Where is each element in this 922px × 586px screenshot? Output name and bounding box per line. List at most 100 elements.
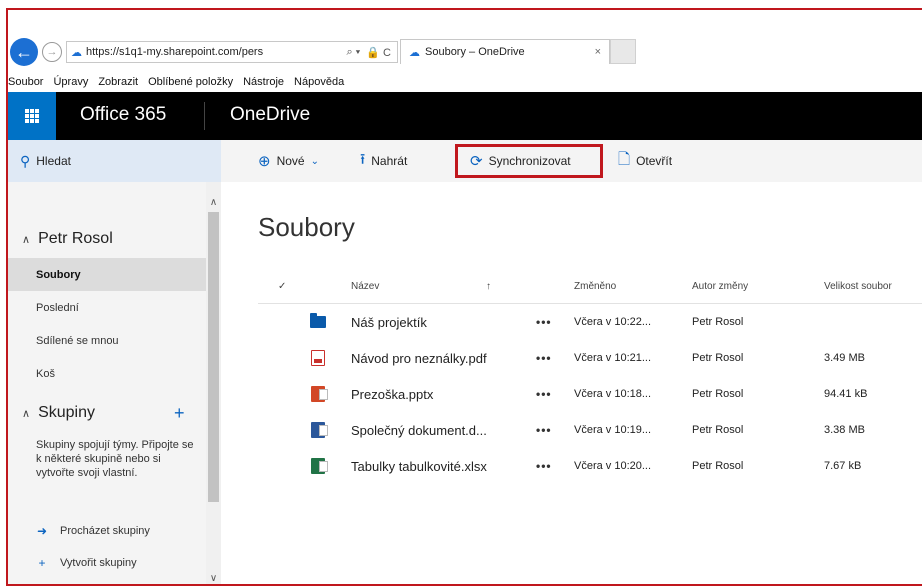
address-bar[interactable]: ☁ https://s1q1-my.sharepoint.com/pers ⌕ … bbox=[66, 41, 398, 63]
select-all-checkbox[interactable]: ✓ bbox=[278, 268, 286, 304]
onedrive-cloud-icon: ☁ bbox=[71, 46, 82, 59]
column-modified[interactable]: Změněno bbox=[574, 268, 616, 304]
chevron-up-icon: ∧ bbox=[22, 233, 31, 246]
file-name[interactable]: Prezoška.pptx bbox=[351, 376, 433, 412]
file-size: 94.41 kB bbox=[824, 388, 868, 400]
add-group-icon[interactable]: + bbox=[174, 404, 185, 422]
sidebar-item-sdilene[interactable]: Sdílené se mnou bbox=[8, 324, 206, 357]
file-author: Petr Rosol bbox=[692, 460, 744, 472]
new-tab-button[interactable] bbox=[610, 39, 636, 64]
scroll-up-icon[interactable]: ∧ bbox=[206, 194, 221, 212]
file-author: Petr Rosol bbox=[692, 388, 744, 400]
search-icon: ⚲ bbox=[20, 152, 31, 169]
table-row[interactable]: Tabulky tabulkovité.xlsx ••• Včera v 10:… bbox=[258, 448, 922, 484]
file-name[interactable]: Tabulky tabulkovité.xlsx bbox=[351, 448, 487, 484]
column-author[interactable]: Autor změny bbox=[692, 268, 748, 304]
browse-groups-link[interactable]: ➜ Procházet skupiny bbox=[36, 524, 150, 538]
sync-label: Synchronizovat bbox=[488, 154, 571, 168]
menu-zobrazit[interactable]: Zobrazit bbox=[98, 76, 138, 88]
search-box[interactable]: ⚲ Hledat bbox=[8, 140, 221, 182]
arrow-right-icon: ➜ bbox=[36, 524, 48, 538]
upload-button[interactable]: ⭱ Nahrát bbox=[360, 140, 407, 182]
sort-arrow-icon[interactable]: ↑ bbox=[486, 268, 491, 304]
sidebar-item-label: Koš bbox=[36, 367, 55, 380]
chevron-down-icon: ⌄ bbox=[310, 155, 319, 167]
sidebar-item-soubory[interactable]: Soubory bbox=[8, 258, 206, 291]
file-modified: Včera v 10:21... bbox=[574, 352, 652, 364]
chevron-up-icon: ∧ bbox=[22, 407, 31, 420]
address-controls: ⌕ ▾ 🔒 C bbox=[346, 46, 397, 59]
search-dropdown-icon[interactable]: ⌕ ▾ bbox=[346, 46, 360, 59]
office365-brand[interactable]: Office 365 bbox=[80, 104, 166, 126]
column-name[interactable]: Název bbox=[351, 268, 379, 304]
file-name[interactable]: Společný dokument.d... bbox=[351, 412, 487, 448]
search-label: Hledat bbox=[36, 154, 71, 168]
forward-button[interactable]: → bbox=[42, 42, 62, 62]
plus-circle-icon: ⊕ bbox=[258, 153, 271, 170]
sidebar-item-label: Poslední bbox=[36, 301, 79, 314]
scroll-down-icon[interactable]: ∨ bbox=[206, 570, 221, 584]
new-label: Nové bbox=[276, 154, 305, 168]
more-options-icon[interactable]: ••• bbox=[536, 376, 552, 412]
table-row[interactable]: Prezoška.pptx ••• Včera v 10:18... Petr … bbox=[258, 376, 922, 412]
more-options-icon[interactable]: ••• bbox=[536, 340, 552, 376]
table-row[interactable]: Společný dokument.d... ••• Včera v 10:19… bbox=[258, 412, 922, 448]
more-options-icon[interactable]: ••• bbox=[536, 304, 552, 340]
sidebar-item-label: Sdílené se mnou bbox=[36, 334, 119, 347]
menu-nastroje[interactable]: Nástroje bbox=[243, 76, 284, 88]
sidebar-item-kos[interactable]: Koš bbox=[8, 357, 206, 390]
file-name[interactable]: Návod pro neználky.pdf bbox=[351, 340, 487, 376]
more-options-icon[interactable]: ••• bbox=[536, 412, 552, 448]
file-size: 7.67 kB bbox=[824, 460, 862, 472]
new-button[interactable]: ⊕ Nové ⌄ bbox=[258, 140, 319, 182]
plus-icon: + bbox=[38, 556, 46, 570]
table-row[interactable]: Náš projektík ••• Včera v 10:22... Petr … bbox=[258, 304, 922, 340]
groups-section-header[interactable]: ∧ Skupiny bbox=[22, 404, 95, 422]
create-group-label: Vytvořit skupiny bbox=[60, 557, 137, 569]
menu-oblibene[interactable]: Oblíbené položky bbox=[148, 76, 233, 88]
table-row[interactable]: Návod pro neználky.pdf ••• Včera v 10:21… bbox=[258, 340, 922, 376]
scroll-thumb[interactable] bbox=[208, 212, 219, 502]
file-author: Petr Rosol bbox=[692, 352, 744, 364]
file-modified: Včera v 10:20... bbox=[574, 460, 652, 472]
app-title[interactable]: OneDrive bbox=[230, 104, 310, 126]
sidebar-item-posledni[interactable]: Poslední bbox=[8, 291, 206, 324]
menu-soubor[interactable]: Soubor bbox=[8, 76, 43, 88]
tab-close-icon[interactable]: × bbox=[595, 46, 601, 58]
sidebar-scrollbar[interactable]: ∧ ∨ bbox=[206, 182, 221, 584]
browser-tab[interactable]: ☁ Soubory – OneDrive × bbox=[400, 39, 610, 64]
suite-bar: Office 365 OneDrive bbox=[8, 92, 922, 140]
sync-button[interactable]: ⟳ Synchronizovat bbox=[455, 144, 603, 178]
browser-toolbar: ← → ☁ https://s1q1-my.sharepoint.com/per… bbox=[8, 10, 922, 72]
browser-menubar: Soubor Úpravy Zobrazit Oblíbené položky … bbox=[8, 72, 922, 92]
powerpoint-file-icon bbox=[311, 386, 328, 402]
user-section-header[interactable]: ∧ Petr Rosol bbox=[22, 230, 113, 248]
file-list: ✓ Název ↑ Změněno Autor změny Velikost s… bbox=[258, 268, 922, 484]
address-url: https://s1q1-my.sharepoint.com/pers bbox=[86, 46, 264, 58]
app-launcher-button[interactable] bbox=[8, 92, 56, 140]
sidebar-item-label: Soubory bbox=[36, 268, 81, 281]
column-size[interactable]: Velikost soubor bbox=[824, 268, 892, 304]
menu-napoveda[interactable]: Nápověda bbox=[294, 76, 344, 88]
command-bar: ⚲ Hledat ⊕ Nové ⌄ ⭱ Nahrát ⟳ Synchronizo… bbox=[8, 140, 922, 182]
open-label: Otevřít bbox=[636, 154, 673, 168]
file-size: 3.38 MB bbox=[824, 424, 865, 436]
open-button[interactable]: 🗋 Otevřít bbox=[618, 140, 672, 182]
left-navigation: ∧ Petr Rosol Soubory Poslední Sdílené se… bbox=[8, 182, 206, 584]
more-options-icon[interactable]: ••• bbox=[536, 448, 552, 484]
brand-divider bbox=[204, 102, 205, 130]
create-group-link[interactable]: + Vytvořit skupiny bbox=[36, 556, 137, 570]
sync-icon: ⟳ bbox=[470, 153, 483, 170]
file-modified: Včera v 10:19... bbox=[574, 424, 652, 436]
browse-groups-label: Procházet skupiny bbox=[60, 525, 150, 537]
file-name[interactable]: Náš projektík bbox=[351, 304, 427, 340]
upload-label: Nahrát bbox=[371, 154, 408, 168]
list-header: ✓ Název ↑ Změněno Autor změny Velikost s… bbox=[258, 268, 922, 304]
back-button[interactable]: ← bbox=[10, 38, 38, 66]
waffle-icon bbox=[25, 109, 39, 123]
file-author: Petr Rosol bbox=[692, 316, 744, 328]
menu-upravy[interactable]: Úpravy bbox=[53, 76, 88, 88]
file-modified: Včera v 10:18... bbox=[574, 388, 652, 400]
folder-icon bbox=[310, 313, 326, 328]
lock-refresh-icon[interactable]: 🔒 C bbox=[366, 46, 391, 59]
